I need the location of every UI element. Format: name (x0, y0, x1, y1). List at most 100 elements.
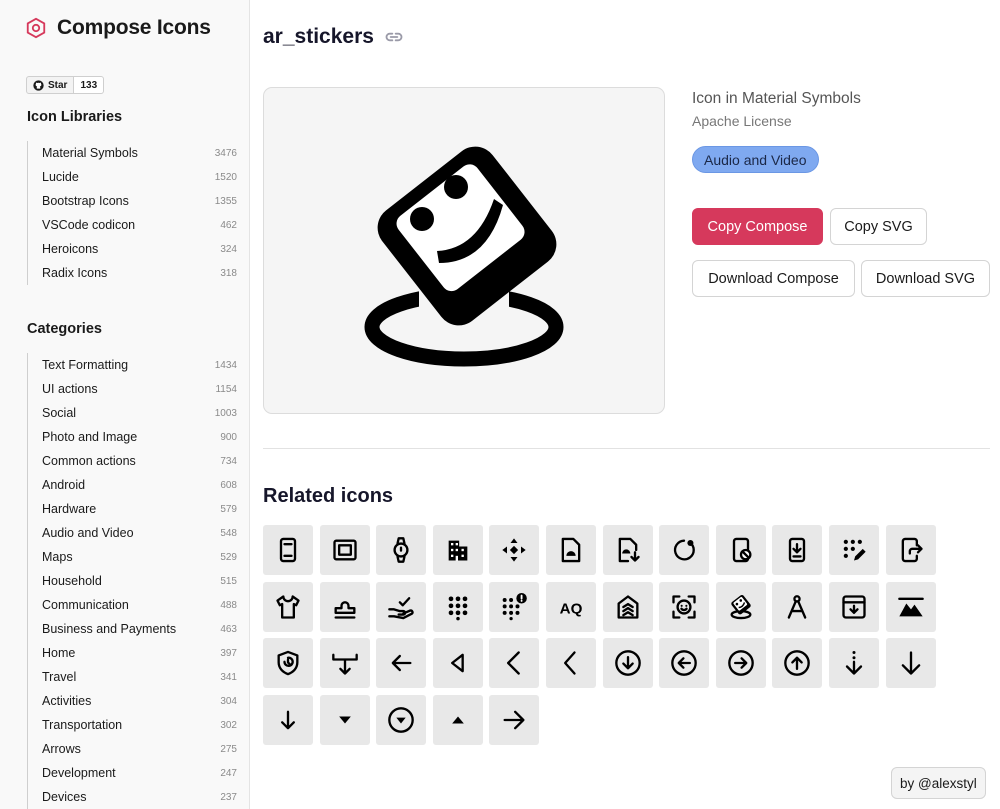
sidebar-item-label: Android (42, 478, 86, 492)
related-icon-tile[interactable] (829, 582, 879, 632)
category-chip[interactable]: Audio and Video (692, 146, 819, 173)
related-icon-tile[interactable] (772, 582, 822, 632)
sidebar-item[interactable]: Material Symbols 3476 (28, 141, 237, 165)
related-icon-tile[interactable] (886, 525, 936, 575)
sidebar-item-label: Material Symbols (42, 146, 138, 160)
sidebar-item-label: Transportation (42, 718, 123, 732)
related-icon-tile[interactable] (433, 638, 483, 688)
sidebar-item[interactable]: Business and Payments 463 (28, 617, 237, 641)
sidebar-item[interactable]: VSCode codicon 462 (28, 213, 237, 237)
related-icon-tile[interactable] (772, 525, 822, 575)
related-icon-tile[interactable] (659, 582, 709, 632)
related-icon-tile[interactable] (433, 525, 483, 575)
sidebar-item[interactable]: Lucide 1520 (28, 165, 237, 189)
related-icon-tile[interactable] (376, 638, 426, 688)
related-icon-tile[interactable] (320, 525, 370, 575)
related-icon-tile[interactable] (376, 695, 426, 745)
github-star[interactable]: Star (26, 76, 75, 94)
link-icon[interactable] (384, 27, 404, 47)
sidebar-item-label: Arrows (42, 742, 81, 756)
related-icon-tile[interactable] (376, 582, 426, 632)
related-icon-tile[interactable] (263, 695, 313, 745)
copy-compose-button[interactable]: Copy Compose (692, 208, 823, 245)
related-icon-tile[interactable] (603, 525, 653, 575)
related-icon-tile[interactable] (716, 525, 766, 575)
github-icon (33, 79, 44, 91)
progress-icon (673, 539, 695, 561)
sidebar-item[interactable]: Text Formatting 1434 (28, 353, 237, 377)
related-icon-tile[interactable] (716, 582, 766, 632)
sidebar-item[interactable]: Hardware 579 (28, 497, 237, 521)
related-icon-tile[interactable] (263, 638, 313, 688)
related-icon-tile[interactable] (886, 638, 936, 688)
related-icon-tile[interactable] (263, 582, 313, 632)
sidebar-item[interactable]: Heroicons 324 (28, 237, 237, 261)
related-icon-tile[interactable] (489, 582, 539, 632)
download-svg-button[interactable]: Download SVG (861, 260, 990, 297)
triangle-left-icon (451, 653, 464, 673)
related-icon-tile[interactable] (489, 695, 539, 745)
related-icon-tile[interactable] (433, 695, 483, 745)
related-icon-tile[interactable] (433, 582, 483, 632)
related-icon-tile[interactable] (829, 525, 879, 575)
sidebar-item[interactable]: Transportation 302 (28, 713, 237, 737)
related-icon-tile[interactable] (263, 525, 313, 575)
sidebar-item[interactable]: Development 247 (28, 761, 237, 785)
sidebar-item[interactable]: UI actions 1154 (28, 377, 237, 401)
related-icon-tile[interactable] (489, 525, 539, 575)
related-icon-tile[interactable] (659, 638, 709, 688)
sidebar-item-count: 900 (220, 431, 237, 443)
related-icon-tile[interactable] (716, 638, 766, 688)
sidebar-item-label: Communication (42, 598, 129, 612)
doc-download-icon (618, 537, 640, 563)
related-icon-tile[interactable] (603, 582, 653, 632)
related-icon-tile[interactable]: AQ (546, 582, 596, 632)
related-icons-title: Related icons (263, 485, 394, 507)
categories-list: Text Formatting 1434 UI actions 1154 Social 1… (27, 353, 237, 809)
page-title: ar_stickers (263, 25, 374, 48)
sidebar-item[interactable]: Maps 529 (28, 545, 237, 569)
android-doc-icon (561, 537, 581, 563)
phonelink-erase-icon (732, 537, 752, 563)
sidebar-item[interactable]: Activities 304 (28, 689, 237, 713)
sidebar-item[interactable]: Bootstrap Icons 1355 (28, 189, 237, 213)
sidebar-item-count: 324 (220, 243, 237, 255)
sidebar-item[interactable]: Devices 237 (28, 785, 237, 809)
credit-badge[interactable]: by @alexstyl (891, 767, 986, 799)
related-icon-tile[interactable] (320, 638, 370, 688)
arrow-down-small-icon (281, 710, 295, 730)
caret-circle-down-icon (388, 707, 414, 733)
face-scan-icon (672, 595, 696, 619)
sidebar-item-label: VSCode codicon (42, 218, 136, 232)
sidebar-item[interactable]: Communication 488 (28, 593, 237, 617)
brand[interactable]: Compose Icons (25, 16, 211, 40)
related-icon-tile[interactable] (603, 638, 653, 688)
related-icon-tile[interactable] (886, 582, 936, 632)
sidebar-item[interactable]: Travel 341 (28, 665, 237, 689)
sidebar-item[interactable]: Household 515 (28, 569, 237, 593)
sidebar-item[interactable]: Radix Icons 318 (28, 261, 237, 285)
sidebar-item-label: Audio and Video (42, 526, 134, 540)
related-icon-tile[interactable] (489, 638, 539, 688)
related-icon-tile[interactable] (829, 638, 879, 688)
sidebar-item[interactable]: Audio and Video 548 (28, 521, 237, 545)
download-compose-button[interactable]: Download Compose (692, 260, 855, 297)
sidebar-item[interactable]: Android 608 (28, 473, 237, 497)
sidebar-item[interactable]: Arrows 275 (28, 737, 237, 761)
github-star-button[interactable]: Star 133 (26, 76, 105, 94)
divider (263, 448, 990, 449)
sidebar-item[interactable]: Social 1003 (28, 401, 237, 425)
related-icon-tile[interactable] (320, 582, 370, 632)
related-icon-tile[interactable] (772, 638, 822, 688)
sidebar-item[interactable]: Home 397 (28, 641, 237, 665)
related-icon-tile[interactable] (546, 638, 596, 688)
brand-name: Compose Icons (57, 16, 211, 39)
sidebar-item[interactable]: Common actions 734 (28, 449, 237, 473)
copy-svg-button[interactable]: Copy SVG (830, 208, 927, 245)
related-icon-tile[interactable] (376, 525, 426, 575)
related-icon-tile[interactable] (320, 695, 370, 745)
sidebar-item[interactable]: Photo and Image 900 (28, 425, 237, 449)
icon-library-line: Icon in Material Symbols (692, 90, 861, 107)
related-icon-tile[interactable] (546, 525, 596, 575)
related-icon-tile[interactable] (659, 525, 709, 575)
